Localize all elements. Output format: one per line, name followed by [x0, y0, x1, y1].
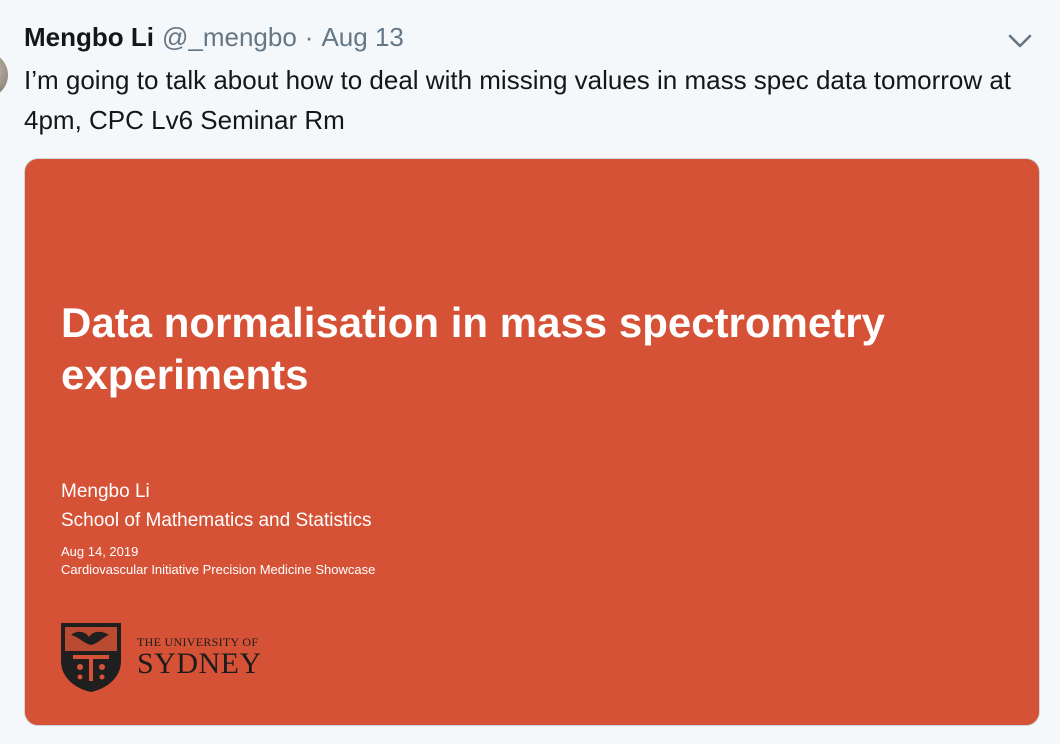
separator-dot: · — [304, 22, 314, 52]
logo-line2: SYDNEY — [137, 647, 262, 680]
university-crest-icon — [61, 623, 121, 692]
tweet: Mengbo Li @_mengbo · Aug 13 I’m going to… — [0, 0, 1060, 744]
event-name: Cardiovascular Initiative Precision Medi… — [61, 562, 376, 577]
presenter-affiliation: School of Mathematics and Statistics — [61, 510, 372, 531]
chevron-down-icon[interactable] — [1006, 30, 1034, 52]
tweet-header: Mengbo Li @_mengbo · Aug 13 — [24, 22, 404, 58]
tweet-date[interactable]: Aug 13 — [321, 22, 403, 53]
event-meta: Aug 14, 2019 Cardiovascular Initiative P… — [61, 543, 375, 579]
tweet-text: I’m going to talk about how to deal with… — [24, 65, 1012, 135]
avatar[interactable] — [0, 52, 8, 98]
logo-wordmark: THE UNIVERSITY OF SYDNEY — [137, 635, 262, 679]
slide-title: Data normalisation in mass spectrometry … — [61, 299, 885, 398]
media-card[interactable]: Data normalisation in mass spectrometry … — [24, 158, 1040, 726]
author-handle[interactable]: @_mengbo — [162, 22, 297, 53]
presenter-block: Mengbo Li School of Mathematics and Stat… — [61, 477, 371, 535]
event-date: Aug 14, 2019 — [61, 544, 139, 559]
university-logo: THE UNIVERSITY OF SYDNEY — [59, 621, 262, 693]
presenter-name: Mengbo Li — [61, 481, 150, 502]
author-name[interactable]: Mengbo Li — [24, 22, 154, 53]
